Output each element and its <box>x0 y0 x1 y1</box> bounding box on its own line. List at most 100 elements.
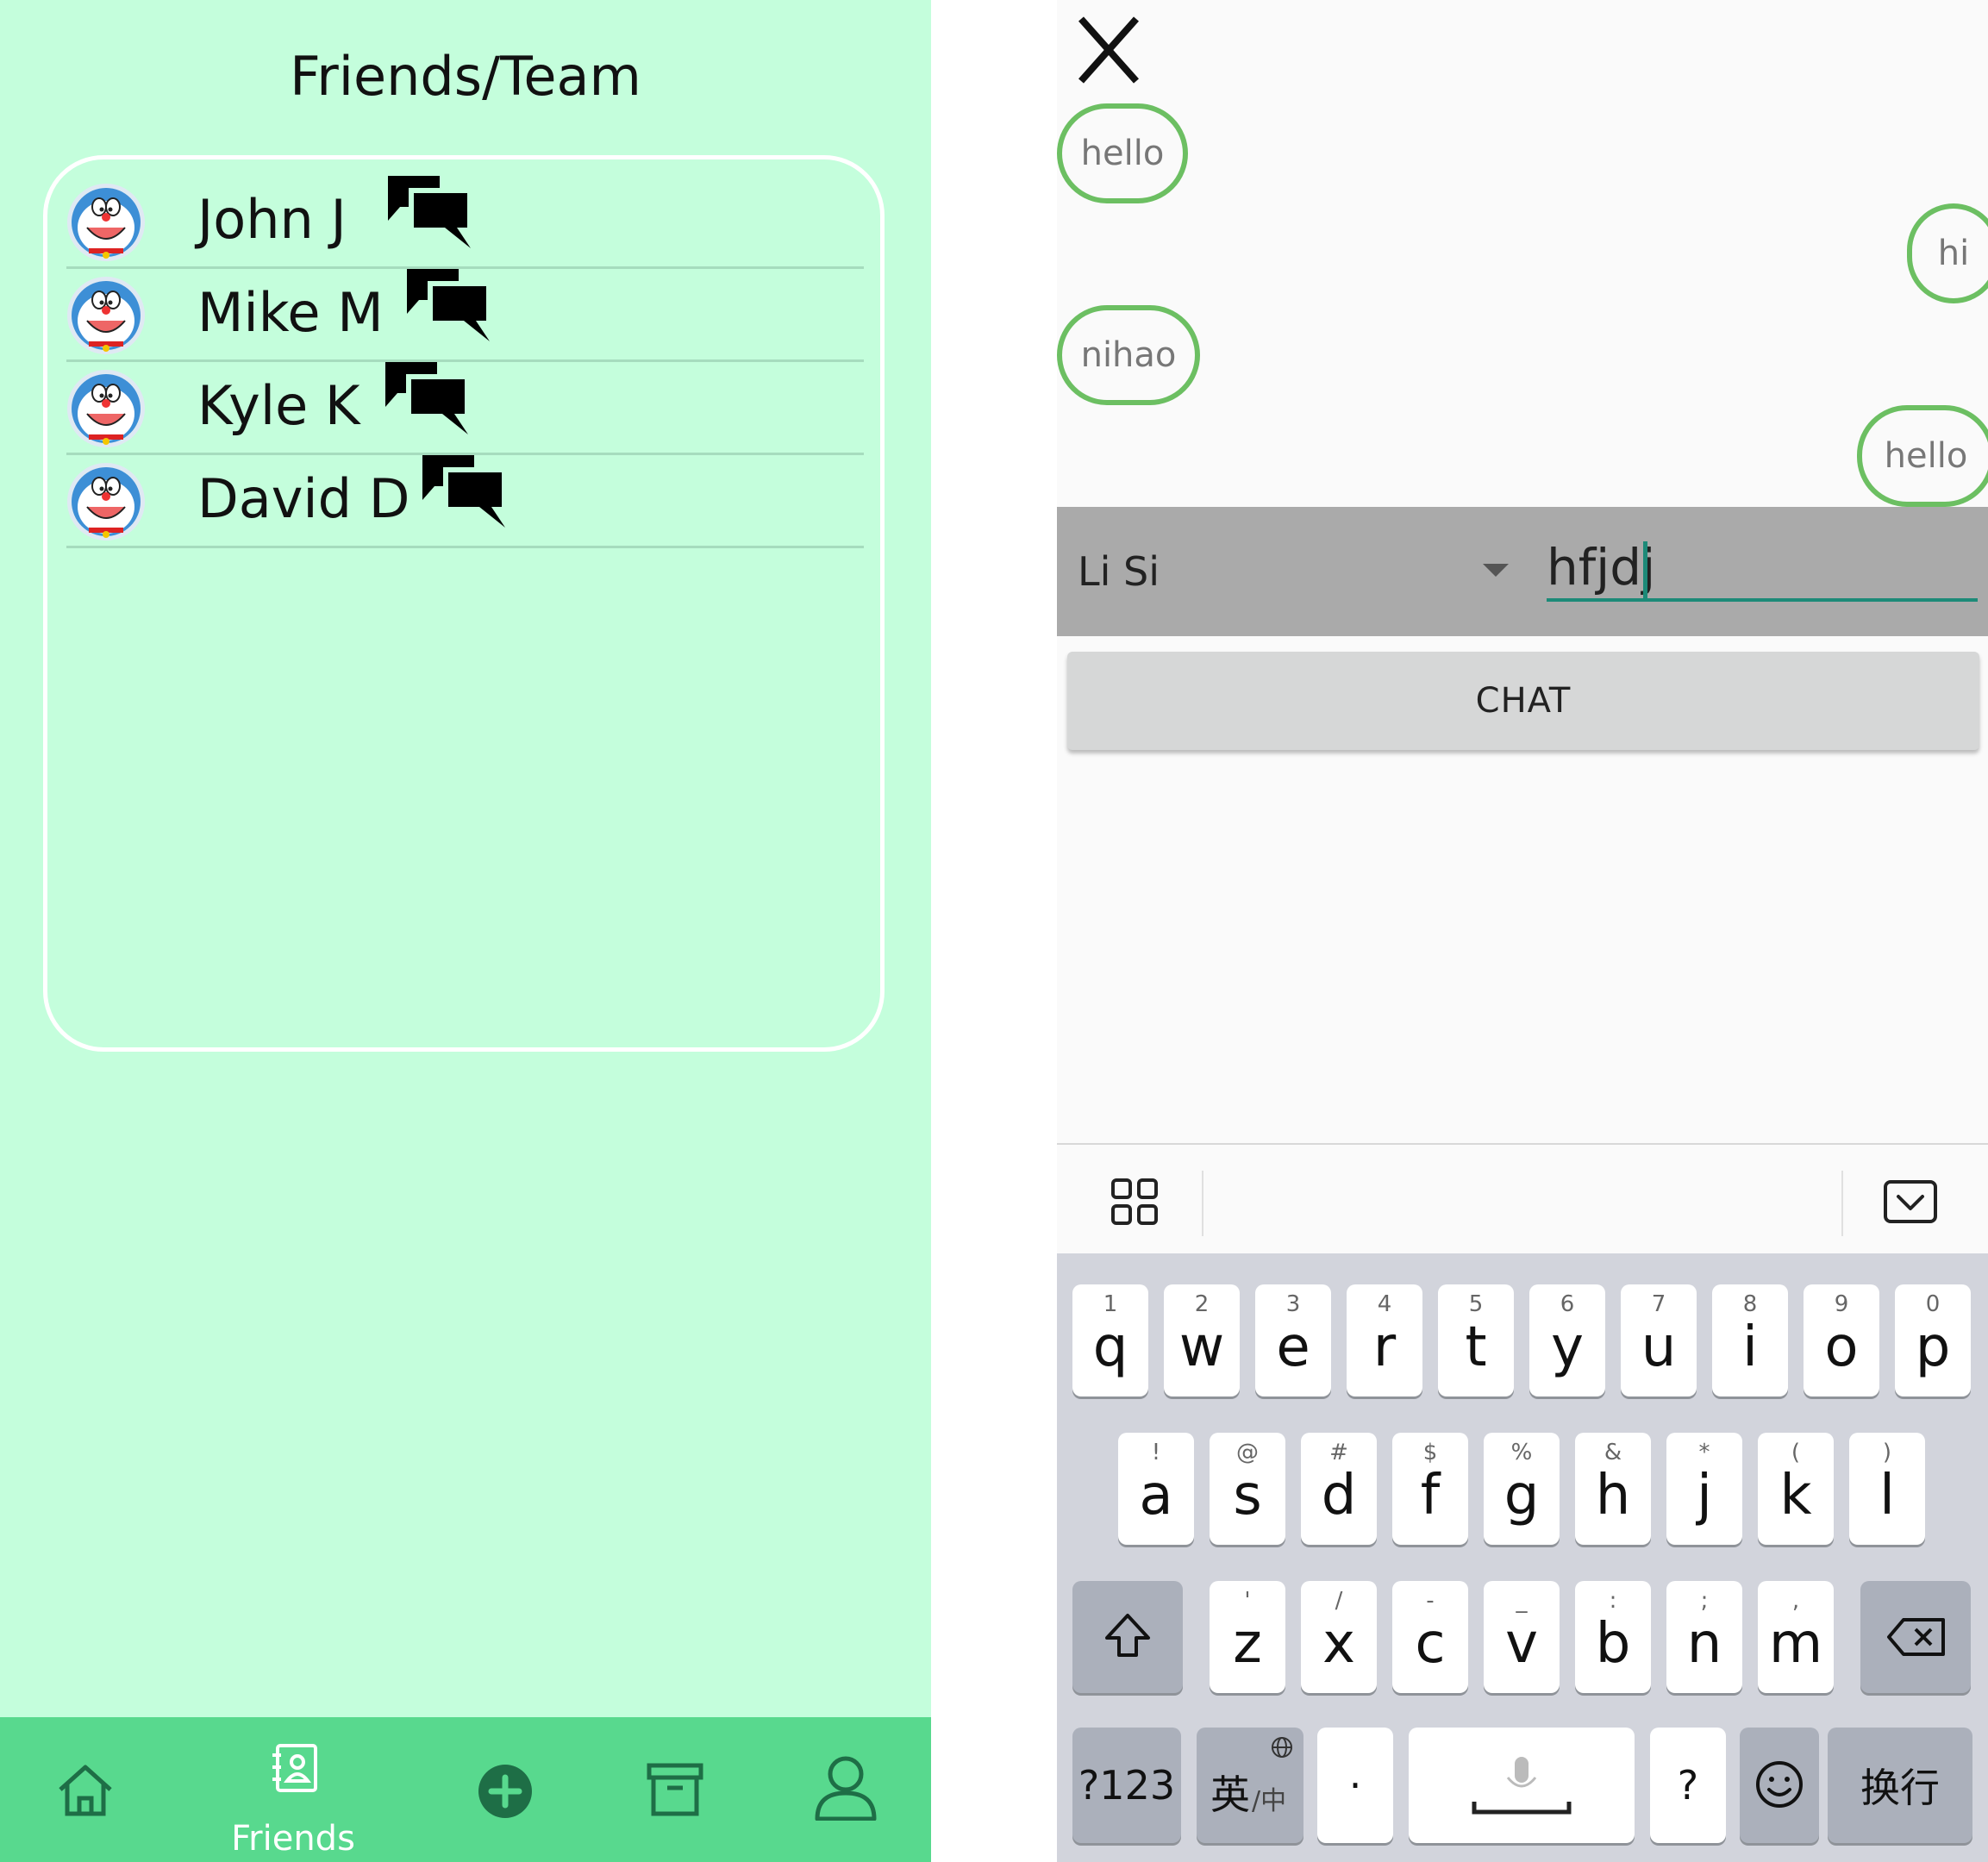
key-hint: 0 <box>1925 1291 1941 1317</box>
message-input[interactable]: hfjdj <box>1547 536 1978 602</box>
key-a[interactable]: ! a <box>1118 1433 1194 1545</box>
key-hint: ' <box>1244 1588 1251 1614</box>
key-label: t <box>1465 1315 1487 1379</box>
key-label: r <box>1372 1315 1397 1379</box>
friend-name: Kyle K <box>197 374 360 437</box>
message-bubble: hello <box>1857 405 1988 507</box>
grid-apps-icon[interactable] <box>1110 1178 1159 1226</box>
friend-row-david[interactable]: David D <box>66 455 864 548</box>
key-label: 英 <box>1210 1771 1250 1818</box>
chevron-down-icon <box>1483 564 1509 577</box>
key-d[interactable]: # d <box>1301 1433 1377 1545</box>
chat-screen: hello hi nihao hello Li Si hfjdj CHAT 1q… <box>1057 0 1988 1862</box>
chat-bubbles-icon[interactable] <box>388 176 471 248</box>
key-label: ? <box>1677 1762 1699 1809</box>
key-label: x <box>1322 1612 1355 1676</box>
key-hint: & <box>1604 1440 1622 1465</box>
backspace-key[interactable] <box>1860 1581 1971 1693</box>
key-w[interactable]: 2w <box>1164 1284 1240 1396</box>
key-e[interactable]: 3e <box>1255 1284 1331 1396</box>
keyboard-hide-icon[interactable] <box>1883 1179 1938 1224</box>
key-label: e <box>1276 1315 1310 1379</box>
key-hint: 3 <box>1285 1291 1301 1317</box>
recipient-name: Li Si <box>1078 548 1160 595</box>
key-s[interactable]: @ s <box>1210 1433 1285 1545</box>
key-h[interactable]: & h <box>1575 1433 1651 1545</box>
nav-archive[interactable] <box>647 1717 703 1862</box>
dot-key[interactable]: · <box>1317 1728 1393 1843</box>
emoji-key[interactable] <box>1740 1728 1819 1843</box>
chat-bubbles-icon[interactable] <box>422 455 505 528</box>
key-m[interactable]: ,m <box>1758 1581 1834 1693</box>
nav-profile[interactable] <box>814 1717 878 1862</box>
nav-home[interactable] <box>55 1717 117 1862</box>
key-o[interactable]: 9o <box>1804 1284 1879 1396</box>
nav-add[interactable] <box>478 1717 533 1862</box>
key-q[interactable]: 1q <box>1072 1284 1148 1396</box>
key-label: v <box>1505 1612 1538 1676</box>
recipient-dropdown[interactable]: Li Si <box>1078 507 1509 636</box>
friend-row-kyle[interactable]: Kyle K <box>66 362 864 455</box>
chat-bubbles-icon[interactable] <box>407 269 490 341</box>
language-switch-key[interactable]: 英 /中 <box>1197 1728 1303 1843</box>
key-f[interactable]: $ f <box>1392 1433 1468 1545</box>
key-z[interactable]: ' z <box>1210 1581 1285 1693</box>
key-j[interactable]: * j <box>1666 1433 1742 1545</box>
key-label: b <box>1595 1612 1631 1676</box>
message-input-text: hfjdj <box>1547 538 1656 597</box>
key-x[interactable]: / x <box>1301 1581 1377 1693</box>
key-hint: : <box>1609 1588 1617 1614</box>
friend-row-john[interactable]: John J <box>66 176 864 269</box>
key-hint: / <box>1335 1588 1343 1614</box>
key-u[interactable]: 7u <box>1621 1284 1697 1396</box>
key-label: j <box>1697 1464 1712 1528</box>
key-t[interactable]: 5t <box>1438 1284 1514 1396</box>
doraemon-avatar-icon <box>66 183 146 262</box>
key-c[interactable]: -c <box>1392 1581 1468 1693</box>
key-k[interactable]: (k <box>1758 1433 1834 1545</box>
question-key[interactable]: ? <box>1650 1728 1726 1843</box>
toolbar-divider <box>1202 1171 1203 1236</box>
key-hint: 4 <box>1377 1291 1392 1317</box>
key-label: q <box>1092 1315 1128 1379</box>
microphone-icon <box>1472 1757 1572 1815</box>
nav-label-friends: Friends <box>231 1819 355 1859</box>
key-label: · <box>1348 1762 1362 1809</box>
key-g[interactable]: % g <box>1484 1433 1560 1545</box>
contacts-book-icon <box>272 1744 317 1792</box>
key-label: i <box>1742 1315 1758 1379</box>
key-y[interactable]: 6y <box>1529 1284 1605 1396</box>
chat-button[interactable]: CHAT <box>1067 652 1979 750</box>
key-hint: ( <box>1791 1440 1801 1465</box>
soft-keyboard: 1q 2w 3e 4r 5t 6y 7u 8i 9o 0p ! a @ s # d $… <box>1057 1253 1988 1862</box>
key-hint: 9 <box>1834 1291 1849 1317</box>
key-b[interactable]: :b <box>1575 1581 1651 1693</box>
toolbar-divider <box>1841 1171 1843 1236</box>
space-key[interactable] <box>1409 1728 1635 1843</box>
globe-icon <box>1272 1737 1292 1758</box>
key-i[interactable]: 8i <box>1712 1284 1788 1396</box>
enter-key[interactable]: 换行 <box>1828 1728 1972 1843</box>
close-icon[interactable] <box>1076 16 1141 84</box>
numbers-key[interactable]: ?123 <box>1072 1728 1181 1843</box>
key-label: g <box>1504 1464 1540 1528</box>
friend-name: John J <box>197 188 347 251</box>
friend-row-mike[interactable]: Mike M <box>66 269 864 362</box>
chat-bubbles-icon[interactable] <box>385 362 468 434</box>
key-n[interactable]: ; n <box>1666 1581 1742 1693</box>
key-l[interactable]: ) l <box>1849 1433 1925 1545</box>
key-label: s <box>1233 1464 1262 1528</box>
key-hint: # <box>1329 1440 1348 1465</box>
key-hint: 6 <box>1560 1291 1575 1317</box>
key-label: w <box>1178 1315 1225 1379</box>
key-label: y <box>1551 1315 1584 1379</box>
key-label: z <box>1233 1612 1262 1676</box>
key-v[interactable]: _ v <box>1484 1581 1560 1693</box>
shift-key[interactable] <box>1072 1581 1183 1693</box>
key-p[interactable]: 0p <box>1895 1284 1971 1396</box>
key-hint: 7 <box>1651 1291 1666 1317</box>
nav-friends[interactable]: Friends <box>231 1717 355 1862</box>
key-hint: % <box>1510 1440 1533 1465</box>
key-label: l <box>1879 1464 1895 1528</box>
key-r[interactable]: 4r <box>1347 1284 1422 1396</box>
